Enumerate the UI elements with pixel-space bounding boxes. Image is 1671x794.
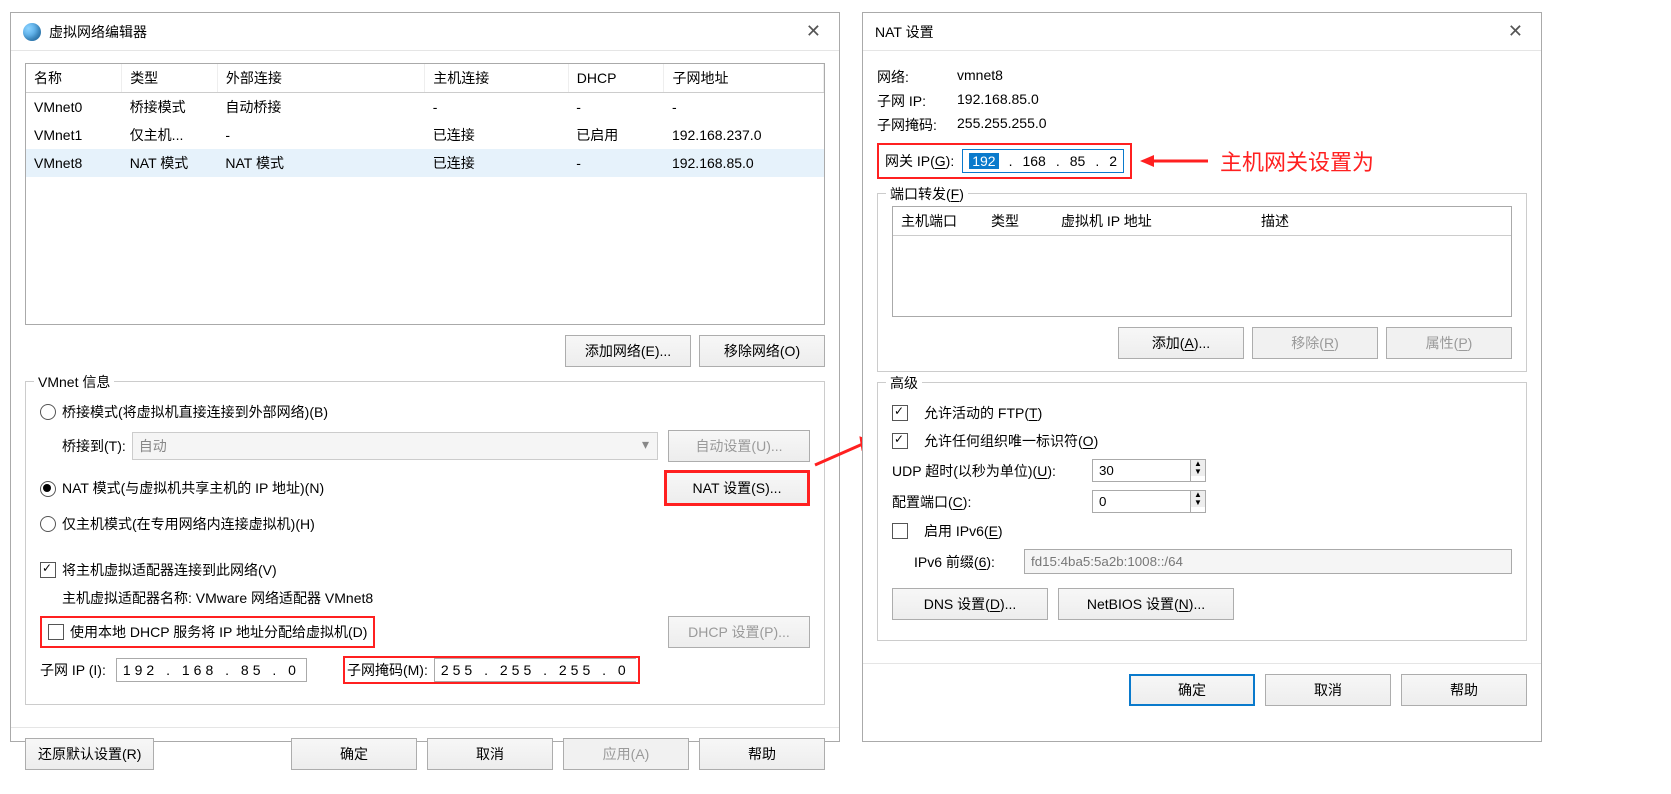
dhcp-settings-button: DHCP 设置(P)... [668,616,810,648]
oui-label: 允许任何组织唯一标识符(O) [924,431,1098,451]
gateway-ip-input[interactable]: 192.168.85.2 [962,149,1124,173]
hostonly-radio[interactable] [40,516,56,532]
ftp-label: 允许活动的 FTP(T) [924,403,1042,423]
cancel-button[interactable]: 取消 [427,738,553,770]
subnet-ip-input[interactable]: 192 . 168 . 85 . 0 [116,658,307,682]
remove-network-button[interactable]: 移除网络(O) [699,335,825,367]
vhost-adapter-label: 将主机虚拟适配器连接到此网络(V) [62,560,277,580]
close-icon[interactable]: ✕ [800,21,827,42]
col-host[interactable]: 主机连接 [425,64,569,93]
properties-button: 属性(P) [1386,327,1512,359]
subnet-mask-input[interactable]: 255 . 255 . 255 . 0 [434,658,636,682]
ipv6-label: 启用 IPv6(E) [924,521,1003,541]
arrow-left-icon [1140,151,1210,171]
ok-button[interactable]: 确定 [291,738,417,770]
nat-settings-window: NAT 设置 ✕ 网络:vmnet8 子网 IP:192.168.85.0 子网… [862,12,1542,742]
subnet-mask-label: 子网掩码: [877,115,957,135]
titlebar[interactable]: NAT 设置 ✕ [863,13,1541,51]
advanced-group: 高级 允许活动的 FTP(T) 允许任何组织唯一标识符(O) UDP 超时(以秒… [877,382,1527,641]
window-title: NAT 设置 [875,22,934,42]
ipv6-checkbox[interactable] [892,523,908,539]
ipv6-prefix-input [1024,549,1512,574]
port-forward-list[interactable] [893,236,1511,316]
vmnet-info-group: VMnet 信息 桥接模式(将虚拟机直接连接到外部网络)(B) 桥接到(T): … [25,381,825,705]
bridge-to-select: 自动 [132,432,658,460]
network-table[interactable]: 名称 类型 外部连接 主机连接 DHCP 子网地址 VMnet0桥接模式自动桥接… [25,63,825,325]
cancel-button[interactable]: 取消 [1265,674,1391,706]
subnet-ip-label: 子网 IP: [877,91,957,111]
bridge-radio[interactable] [40,404,56,420]
config-port-label: 配置端口(C): [892,492,1082,512]
restore-defaults-button[interactable]: 还原默认设置(R) [25,738,154,770]
port-forward-group: 端口转发(F) 主机端口 类型 虚拟机 IP 地址 描述 添加(A)... 移除… [877,193,1527,372]
add-network-button[interactable]: 添加网络(E)... [565,335,691,367]
titlebar[interactable]: 虚拟网络编辑器 ✕ [11,13,839,51]
col-dhcp[interactable]: DHCP [568,64,664,93]
ok-button[interactable]: 确定 [1129,674,1255,706]
nat-radio[interactable] [40,481,56,497]
col-ext[interactable]: 外部连接 [217,64,424,93]
footer: 确定 取消 帮助 [863,663,1541,716]
nat-settings-button[interactable]: NAT 设置(S)... [664,470,810,506]
udp-timeout-label: UDP 超时(以秒为单位)(U): [892,461,1082,481]
bridge-label: 桥接模式(将虚拟机直接连接到外部网络)(B) [62,402,328,422]
nat-label: NAT 模式(与虚拟机共享主机的 IP 地址)(N) [62,480,324,496]
auto-settings-button: 自动设置(U)... [668,430,810,462]
add-button[interactable]: 添加(A)... [1118,327,1244,359]
port-forward-label: 端口转发(F) [886,184,968,204]
vhost-adapter-name: 主机虚拟适配器名称: VMware 网络适配器 VMnet8 [62,588,373,608]
ipv6-prefix-label: IPv6 前缀(6): [914,552,1014,572]
netbios-settings-button[interactable]: NetBIOS 设置(N)... [1058,588,1234,620]
subnet-ip-value: 192.168.85.0 [957,91,1039,111]
help-button[interactable]: 帮助 [699,738,825,770]
subnet-mask-value: 255.255.255.0 [957,115,1047,135]
dhcp-checkbox[interactable] [48,624,64,640]
hostonly-label: 仅主机模式(在专用网络内连接虚拟机)(H) [62,514,315,534]
config-port-stepper[interactable]: ▲▼ [1092,490,1206,513]
dns-settings-button[interactable]: DNS 设置(D)... [892,588,1048,620]
virtual-network-editor-window: 虚拟网络编辑器 ✕ 名称 类型 外部连接 主机连接 DHCP 子网地址 VMne… [10,12,840,742]
bridge-to-label: 桥接到(T): [62,436,126,456]
globe-icon [23,23,41,41]
ftp-checkbox[interactable] [892,405,908,421]
table-row[interactable]: VMnet0桥接模式自动桥接--- [26,93,824,122]
down-icon: ▼ [1191,468,1205,476]
remove-button: 移除(R) [1252,327,1378,359]
apply-button: 应用(A) [563,738,689,770]
oui-checkbox[interactable] [892,433,908,449]
vhost-adapter-checkbox[interactable] [40,562,56,578]
gateway-ip-label: 网关 IP(G): [885,151,954,171]
close-icon[interactable]: ✕ [1502,21,1529,42]
annotation: 主机网关设置为 [1140,145,1374,177]
network-label: 网络: [877,67,957,87]
subnet-mask-label: 子网掩码(M): [347,660,428,680]
col-type[interactable]: 类型 [122,64,218,93]
vmnet-info-label: VMnet 信息 [34,372,114,392]
udp-timeout-stepper[interactable]: ▲▼ [1092,459,1206,482]
network-value: vmnet8 [957,67,1003,87]
port-forward-header: 主机端口 类型 虚拟机 IP 地址 描述 [893,207,1511,236]
dhcp-label: 使用本地 DHCP 服务将 IP 地址分配给虚拟机(D) [70,622,367,642]
subnet-ip-label: 子网 IP (I): [40,660,106,680]
window-title: 虚拟网络编辑器 [49,22,147,42]
col-name[interactable]: 名称 [26,64,122,93]
help-button[interactable]: 帮助 [1401,674,1527,706]
annotation-text: 主机网关设置为 [1220,145,1374,177]
table-row[interactable]: VMnet8NAT 模式NAT 模式已连接-192.168.85.0 [26,149,824,177]
table-row[interactable]: VMnet1仅主机...-已连接已启用192.168.237.0 [26,121,824,149]
footer: 还原默认设置(R) 确定 取消 应用(A) 帮助 [11,727,839,780]
down-icon: ▼ [1191,499,1205,507]
col-subnet[interactable]: 子网地址 [664,64,824,93]
advanced-label: 高级 [886,373,922,393]
